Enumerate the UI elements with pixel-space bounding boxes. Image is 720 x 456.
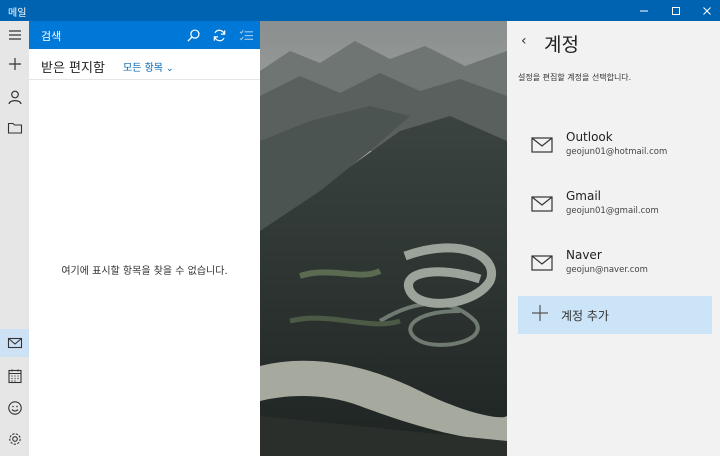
gear-icon [8,433,21,445]
landscape-picture [260,21,507,456]
folder-bar: 받은 편지함 모든 항목 ⌄ [29,49,260,80]
plus-icon [8,58,21,70]
account-item-naver[interactable]: Naver geojun@naver.com [518,243,712,293]
minimize-icon [639,10,648,11]
accounts-title: 계정 [544,34,579,56]
settings-button[interactable] [0,425,29,453]
new-mail-button[interactable] [0,50,29,78]
sync-icon [213,29,225,41]
mail-button[interactable] [0,329,29,357]
filter-label: 모든 항목 [123,63,163,74]
feedback-button[interactable] [0,394,29,422]
background-landscape-image [260,21,507,456]
accounts-subtitle: 설정을 편집할 계정을 선택합니다. [518,73,632,82]
mail-icon [531,137,553,153]
empty-list-message: 여기에 표시할 항목을 찾을 수 없습니다. [61,266,228,277]
folder-title: 받은 편지함 [41,61,105,76]
minimize-button[interactable] [630,0,657,21]
add-account-label: 계정 추가 [561,309,609,323]
search-icon [186,28,200,42]
nav-rail [0,21,29,456]
chevron-left-icon: ‹ [521,33,527,49]
calendar-button[interactable] [0,362,29,390]
account-name: Outlook [566,130,613,144]
list-header: 검색 [29,21,260,49]
account-item-outlook[interactable]: Outlook geojun01@hotmail.com [518,125,712,175]
sync-button[interactable] [210,26,228,44]
account-item-gmail[interactable]: Gmail geojun01@gmail.com [518,184,712,234]
search-box[interactable]: 검색 [41,28,61,44]
folders-button[interactable] [0,114,29,142]
add-account-button[interactable]: 계정 추가 [518,296,712,334]
folder-icon [7,122,22,134]
mail-icon [7,337,22,349]
calendar-icon [7,369,22,384]
chevron-down-icon: ⌄ [165,64,174,74]
close-button[interactable] [693,0,720,21]
hamburger-menu-button[interactable] [0,21,29,49]
plus-icon [532,305,548,321]
close-icon [702,6,711,15]
account-name: Naver [566,248,602,262]
back-button[interactable]: ‹ [521,33,527,49]
window-title: 메일 [8,8,27,19]
account-name: Gmail [566,189,602,203]
smiley-icon [7,401,22,415]
maximize-button[interactable] [662,0,689,21]
account-email: geojun@naver.com [566,265,648,275]
accounts-button[interactable] [0,83,29,111]
title-bar: 메일 [0,0,720,21]
maximize-icon [671,6,680,15]
hamburger-icon [8,30,21,40]
select-mode-button[interactable] [237,26,255,44]
mail-icon [531,255,553,271]
account-email: geojun01@hotmail.com [566,147,668,157]
accounts-panel: ‹ 계정 설정을 편집할 계정을 선택합니다. Outlook geojun01… [507,21,720,456]
select-list-icon [239,29,253,41]
person-icon [7,90,22,105]
account-email: geojun01@gmail.com [566,206,659,216]
mail-icon [531,196,553,212]
filter-dropdown[interactable]: 모든 항목 ⌄ [123,59,174,74]
search-button[interactable] [184,26,202,44]
